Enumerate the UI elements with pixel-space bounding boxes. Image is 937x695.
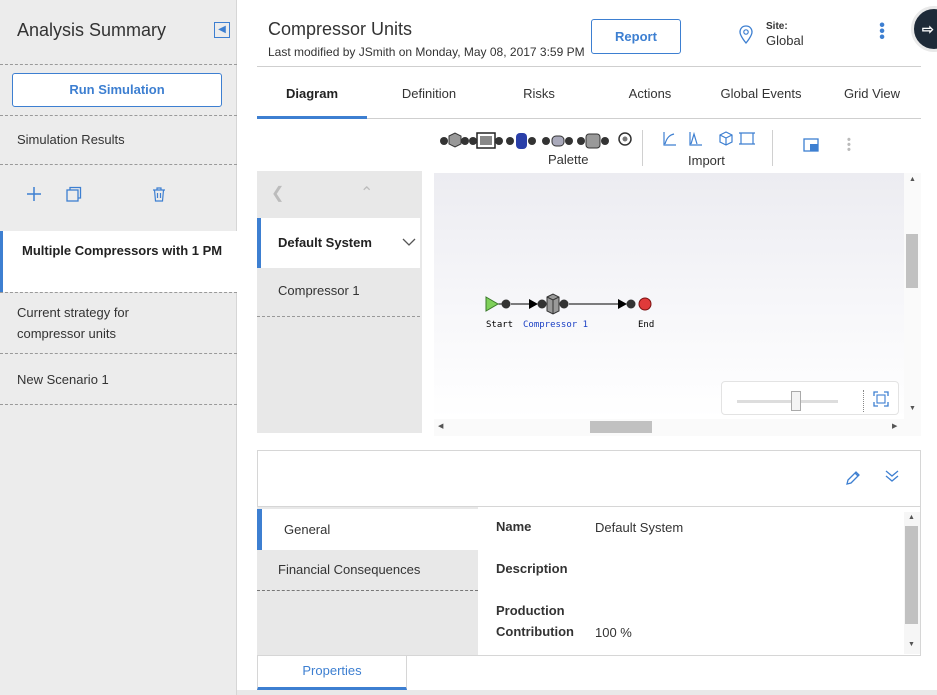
field-label: Description (496, 561, 568, 576)
element-label[interactable]: Compressor 1 (523, 320, 588, 330)
diagram-vertical-scrollbar[interactable]: ▲ ▼ (904, 173, 921, 419)
copy-icon[interactable] (66, 186, 82, 202)
tab-grid-view[interactable]: Grid View (817, 67, 927, 119)
divider (0, 353, 237, 354)
page-title: Compressor Units (268, 19, 413, 39)
import-distribution-icon (689, 131, 702, 146)
details-tab-financial[interactable]: Financial Consequences (257, 550, 478, 591)
systems-nav: ❮ ⌃ (257, 171, 422, 217)
end-node-icon (638, 297, 652, 311)
details-tabs: General Financial Consequences (257, 507, 478, 655)
divider (0, 404, 237, 405)
properties-tab[interactable]: Properties (257, 656, 407, 690)
scrollbar-thumb[interactable] (905, 526, 918, 624)
collapse-down-icon[interactable] (884, 469, 900, 483)
run-simulation-button[interactable]: Run Simulation (12, 73, 222, 107)
tab-definition[interactable]: Definition (374, 67, 484, 119)
main-tabs: Diagram Definition Risks Actions Global … (257, 67, 921, 119)
import-label: Import (688, 153, 725, 168)
scroll-right-icon[interactable]: ▶ (892, 422, 897, 430)
tab-risks[interactable]: Risks (484, 67, 594, 119)
system-item[interactable]: Compressor 1 (257, 268, 420, 317)
tab-diagram[interactable]: Diagram (257, 67, 367, 119)
report-button[interactable]: Report (591, 19, 681, 54)
toolbar-more-icon[interactable]: • • • (847, 135, 851, 156)
divider (0, 292, 237, 293)
start-node-icon (485, 296, 499, 312)
diagram-canvas[interactable]: Start Compressor 1 End (434, 173, 904, 419)
system-item[interactable]: Default System (257, 218, 420, 268)
system-label: Default System (278, 235, 372, 250)
import-curve-icon (663, 132, 676, 146)
details-tab-general[interactable]: General (257, 509, 478, 550)
bottom-band (237, 690, 937, 695)
scrollbar-thumb[interactable] (590, 421, 652, 433)
location-pin-icon (739, 25, 753, 44)
site-label: Site: (766, 21, 788, 32)
zoom-control (721, 381, 899, 415)
import-box-icon (719, 131, 733, 146)
scroll-down-icon[interactable]: ▼ (908, 641, 915, 648)
field-label: Name (496, 519, 532, 534)
scenario-label: New Scenario 1 (17, 372, 109, 387)
palette-icons[interactable] (440, 130, 640, 152)
zoom-track (737, 400, 838, 403)
sidebar-title: Analysis Summary (17, 20, 167, 40)
field-value: 100 % (595, 625, 632, 640)
tab-actions[interactable]: Actions (595, 67, 705, 119)
scroll-up-icon[interactable]: ▲ (909, 176, 916, 183)
divider (0, 115, 237, 116)
divider (0, 64, 237, 65)
site-value: Global (766, 33, 804, 48)
collapse-sidebar-icon[interactable]: ◀ (214, 22, 230, 38)
simulation-results-link[interactable]: Simulation Results (17, 132, 125, 147)
system-label: Compressor 1 (278, 283, 360, 298)
details-scrollbar[interactable]: ▲ ▼ (904, 512, 920, 654)
import-icons[interactable] (662, 131, 756, 147)
edit-icon[interactable] (845, 470, 861, 486)
chevron-left-icon[interactable]: ❮ (271, 183, 284, 203)
scroll-down-icon[interactable]: ▼ (909, 405, 916, 412)
scenario-item[interactable]: Multiple Compressors with 1 PM (0, 231, 237, 292)
scenario-item[interactable]: Current strategy for compressor units (0, 302, 237, 344)
palette-label: Palette (548, 152, 589, 167)
systems-panel: ❮ ⌃ Default System Compressor 1 (257, 171, 422, 433)
diagram-horizontal-scrollbar[interactable]: ◀ ▶ (434, 419, 921, 436)
details-header (257, 450, 921, 506)
exit-icon: ⇨ (922, 21, 934, 37)
divider (863, 390, 864, 412)
app-switch-button[interactable]: ⇨ (911, 6, 937, 52)
start-label: Start (486, 320, 513, 330)
scroll-up-icon[interactable]: ▲ (908, 514, 915, 521)
chevron-up-icon[interactable]: ⌃ (360, 183, 373, 203)
add-icon[interactable] (26, 186, 42, 202)
divider (772, 130, 773, 166)
field-value: Default System (595, 520, 684, 535)
divider (642, 130, 643, 166)
delete-icon[interactable] (151, 186, 167, 202)
scrollbar-thumb[interactable] (906, 234, 918, 288)
chevron-down-icon[interactable] (402, 238, 416, 247)
import-frame-icon (739, 132, 755, 145)
scroll-left-icon[interactable]: ◀ (438, 422, 443, 430)
fit-to-screen-icon[interactable] (873, 391, 889, 407)
page-subtitle: Last modified by JSmith on Monday, May 0… (268, 45, 585, 59)
scenario-label: Multiple Compressors with 1 PM (22, 243, 223, 258)
more-options-icon[interactable]: • • • (878, 18, 886, 46)
end-label: End (638, 320, 654, 330)
zoom-slider[interactable] (791, 391, 801, 411)
analysis-sidebar: Analysis Summary ◀ Run Simulation Simula… (0, 0, 237, 695)
scenario-item[interactable]: New Scenario 1 (0, 369, 237, 390)
tab-global-events[interactable]: Global Events (705, 67, 817, 119)
field-label: Production Contribution (496, 603, 574, 639)
minimap-icon[interactable] (803, 138, 819, 152)
scenario-label: Current strategy for compressor units (17, 305, 129, 341)
divider (0, 164, 237, 165)
